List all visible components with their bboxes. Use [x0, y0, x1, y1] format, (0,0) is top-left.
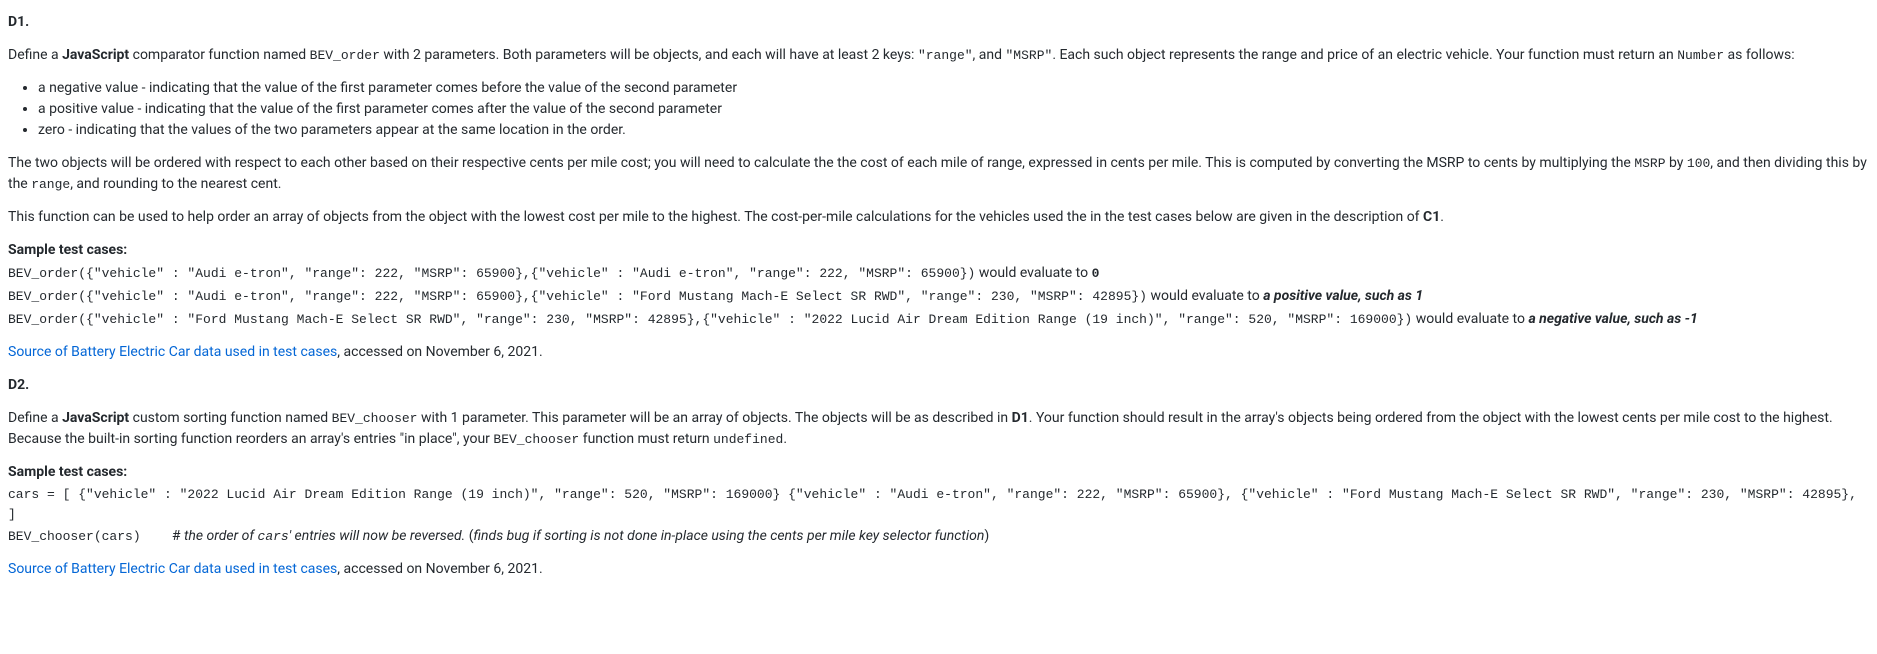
text: , and rounding to the nearest cent.: [70, 176, 281, 192]
text: with 2 parameters. Both parameters will …: [380, 47, 918, 63]
gap: [141, 529, 172, 544]
text: The two objects will be ordered with res…: [8, 155, 1634, 171]
d1-calc: The two objects will be ordered with res…: [8, 153, 1869, 195]
text: custom sorting function named: [129, 410, 332, 426]
source-link[interactable]: Source of Battery Electric Car data used…: [8, 561, 337, 577]
comment: finds bug if sorting is not done in-plac…: [474, 528, 985, 544]
test-code: BEV_order({"vehicle" : "Audi e-tron", "r…: [8, 289, 1147, 304]
text: Define a: [8, 410, 62, 426]
js-bold: JavaScript: [62, 47, 129, 63]
text: Define a: [8, 47, 62, 63]
test-code: BEV_chooser(cars): [8, 529, 141, 544]
d2-source: Source of Battery Electric Car data used…: [8, 559, 1869, 580]
comment: the order of: [184, 528, 258, 544]
number-type: Number: [1677, 48, 1724, 63]
text: , and: [973, 47, 1006, 63]
text: by: [1666, 155, 1687, 171]
d2-test-2: BEV_chooser(cars) # the order of cars' e…: [8, 526, 1869, 547]
text: . Each such object represents the range …: [1052, 47, 1677, 63]
paren: (: [465, 528, 473, 544]
test-code: BEV_order({"vehicle" : "Ford Mustang Mac…: [8, 312, 1412, 327]
text: , accessed on November 6, 2021.: [337, 344, 542, 360]
text: would evaluate to: [975, 265, 1091, 281]
hash: #: [172, 528, 184, 544]
source-link[interactable]: Source of Battery Electric Car data used…: [8, 344, 337, 360]
d1-bullets: a negative value - indicating that the v…: [8, 78, 1869, 141]
test-result: 0: [1092, 266, 1100, 281]
key-msrp: "MSRP": [1006, 48, 1053, 63]
text: , accessed on November 6, 2021.: [337, 561, 542, 577]
text: .: [1440, 209, 1444, 225]
text: function must return: [579, 431, 713, 447]
list-item: a positive value - indicating that the v…: [38, 99, 1869, 120]
d1-intro: Define a JavaScript comparator function …: [8, 45, 1869, 66]
text: with 1 parameter. This parameter will be…: [417, 410, 1011, 426]
d1-heading: D1.: [8, 12, 1869, 33]
d1-sample-label: Sample test cases:: [8, 240, 1869, 261]
d1-test-1: BEV_order({"vehicle" : "Audi e-tron", "r…: [8, 263, 1869, 284]
d1-usage: This function can be used to help order …: [8, 207, 1869, 228]
d1-test-3: BEV_order({"vehicle" : "Ford Mustang Mac…: [8, 309, 1869, 330]
test-result: a negative value, such as -1: [1528, 311, 1697, 327]
range-code: range: [31, 177, 70, 192]
test-result: a positive value, such as 1: [1263, 288, 1423, 304]
d2-sample-label: Sample test cases:: [8, 462, 1869, 483]
paren: ): [984, 528, 989, 544]
hundred-code: 100: [1687, 156, 1710, 171]
c1-ref: C1: [1423, 209, 1440, 225]
d1-ref: D1: [1012, 410, 1029, 426]
list-item: zero - indicating that the values of the…: [38, 120, 1869, 141]
fn-name: BEV_chooser: [493, 432, 579, 447]
key-range: "range": [918, 48, 973, 63]
list-item: a negative value - indicating that the v…: [38, 78, 1869, 99]
test-code: BEV_order({"vehicle" : "Audi e-tron", "r…: [8, 266, 975, 281]
comment: ' entries will now be reversed.: [289, 528, 466, 544]
text: .: [783, 431, 787, 447]
text: would evaluate to: [1147, 288, 1263, 304]
js-bold: JavaScript: [62, 410, 129, 426]
text: This function can be used to help order …: [8, 209, 1423, 225]
d1-test-2: BEV_order({"vehicle" : "Audi e-tron", "r…: [8, 286, 1869, 307]
d2-test-1: cars = [ {"vehicle" : "2022 Lucid Air Dr…: [8, 485, 1869, 524]
msrp-code: MSRP: [1634, 156, 1665, 171]
text: comparator function named: [129, 47, 310, 63]
undefined-code: undefined: [713, 432, 783, 447]
fn-name: BEV_order: [310, 48, 380, 63]
d2-intro: Define a JavaScript custom sorting funct…: [8, 408, 1869, 450]
cars-code: cars: [258, 529, 289, 544]
fn-name: BEV_chooser: [332, 411, 418, 426]
d2-heading: D2.: [8, 375, 1869, 396]
d1-source: Source of Battery Electric Car data used…: [8, 342, 1869, 363]
text: would evaluate to: [1412, 311, 1528, 327]
text: as follows:: [1724, 47, 1795, 63]
